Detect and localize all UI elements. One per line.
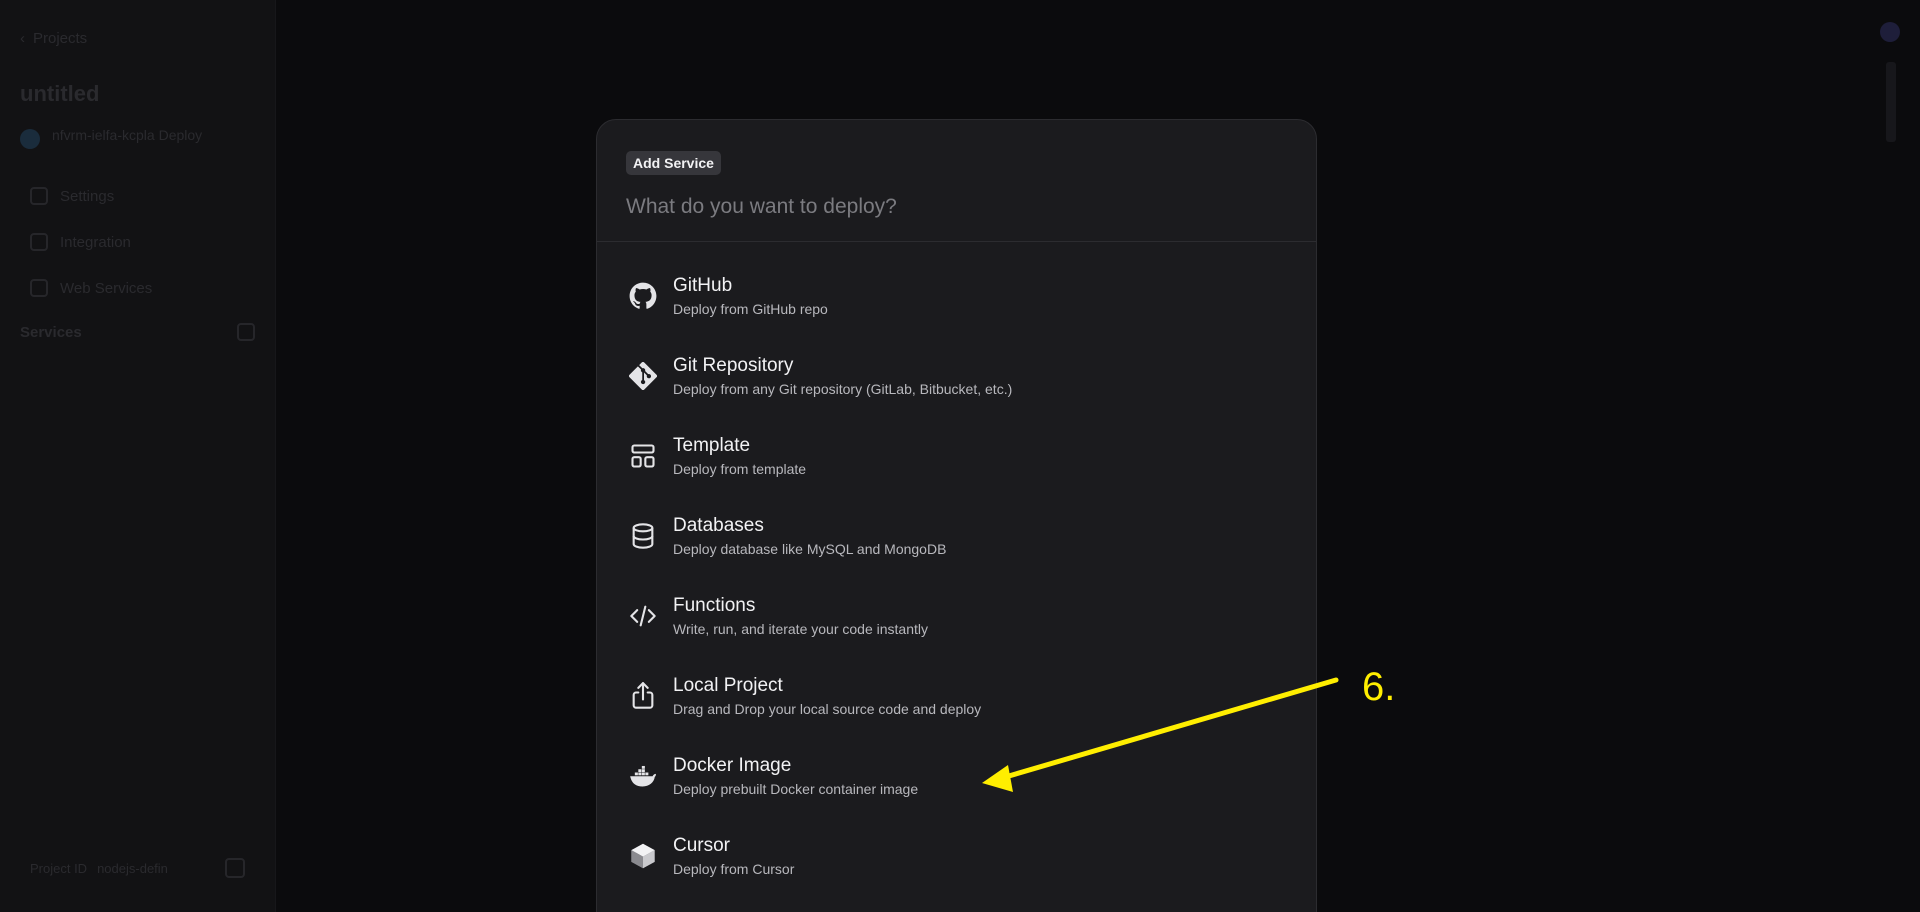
code-icon	[629, 602, 657, 630]
option-title: Template	[673, 435, 751, 456]
option-local-project[interactable]: Local Project Drag and Drop your local s…	[597, 674, 1316, 754]
option-description: Deploy from template	[673, 461, 807, 477]
option-description: Deploy from GitHub repo	[673, 301, 828, 317]
footer-value: nodejs-defin	[97, 860, 168, 876]
option-description: Deploy prebuilt Docker container image	[673, 781, 919, 797]
sidebar: ‹ Projects untitled nfvrm-ielfa-kcpla De…	[0, 0, 276, 912]
option-title: Local Project	[673, 675, 783, 696]
upload-icon	[629, 682, 657, 710]
option-databases[interactable]: Databases Deploy database like MySQL and…	[597, 514, 1316, 594]
sidebar-item-label: Integration	[60, 233, 131, 251]
sidebar-nav: Settings Integration Web Services	[20, 173, 255, 311]
annotation-step-label: 6.	[1362, 665, 1396, 709]
option-cursor[interactable]: Cursor Deploy from Cursor	[597, 834, 1316, 912]
option-functions[interactable]: Functions Write, run, and iterate your c…	[597, 594, 1316, 674]
add-service-modal: Add Service GitHub Deploy from GitHub re…	[596, 119, 1317, 912]
add-service-plus-icon[interactable]	[237, 323, 255, 341]
docker-icon	[629, 762, 657, 790]
grid-icon	[30, 279, 48, 297]
project-title: untitled	[20, 81, 100, 106]
option-git-repository[interactable]: Git Repository Deploy from any Git repos…	[597, 354, 1316, 434]
add-service-badge: Add Service	[626, 151, 721, 175]
back-link-label: Projects	[33, 30, 88, 47]
option-description: Drag and Drop your local source code and…	[673, 701, 982, 717]
deploy-search-input[interactable]	[626, 195, 1266, 219]
option-title: Git Repository	[673, 355, 794, 376]
footer-label: Project ID	[30, 860, 88, 876]
option-title: Docker Image	[673, 755, 792, 776]
option-description: Deploy from Cursor	[673, 861, 795, 877]
database-icon	[629, 522, 657, 550]
service-options-list: GitHub Deploy from GitHub repo Git Repos…	[597, 242, 1316, 912]
copy-icon[interactable]	[225, 858, 245, 878]
back-link[interactable]: ‹ Projects	[20, 30, 255, 47]
template-icon	[629, 442, 657, 470]
services-label: Services	[20, 323, 82, 341]
git-icon	[629, 362, 657, 390]
modal-header: Add Service	[597, 120, 1316, 242]
sidebar-item-integration[interactable]: Integration	[20, 219, 255, 265]
option-docker-image[interactable]: Docker Image Deploy prebuilt Docker cont…	[597, 754, 1316, 834]
option-title: Cursor	[673, 835, 731, 856]
option-template[interactable]: Template Deploy from template	[597, 434, 1316, 514]
right-rail	[1880, 22, 1902, 152]
option-github[interactable]: GitHub Deploy from GitHub repo	[597, 274, 1316, 354]
avatar[interactable]	[1880, 22, 1900, 42]
services-header: Services	[20, 323, 255, 341]
sidebar-item-web-services[interactable]: Web Services	[20, 265, 255, 311]
gear-icon	[30, 187, 48, 205]
option-title: Databases	[673, 515, 764, 536]
sidebar-footer: Project ID nodejs-defin	[30, 858, 245, 878]
project-meta-text: nfvrm-ielfa-kcpla Deploy	[52, 127, 203, 143]
cursor-icon	[629, 842, 657, 870]
option-description: Deploy from any Git repository (GitLab, …	[673, 381, 1013, 397]
option-title: GitHub	[673, 275, 733, 296]
github-icon	[629, 282, 657, 310]
screen: ‹ Projects untitled nfvrm-ielfa-kcpla De…	[0, 0, 1920, 912]
link-icon	[30, 233, 48, 251]
option-title: Functions	[673, 595, 756, 616]
globe-icon	[20, 129, 40, 149]
sidebar-item-settings[interactable]: Settings	[20, 173, 255, 219]
sidebar-item-label: Settings	[60, 187, 115, 205]
option-description: Write, run, and iterate your code instan…	[673, 621, 928, 637]
project-meta: nfvrm-ielfa-kcpla Deploy	[20, 123, 255, 149]
option-description: Deploy database like MySQL and MongoDB	[673, 541, 947, 557]
rail-handle[interactable]	[1886, 62, 1896, 142]
sidebar-item-label: Web Services	[60, 279, 153, 297]
chevron-left-icon: ‹	[20, 30, 25, 47]
